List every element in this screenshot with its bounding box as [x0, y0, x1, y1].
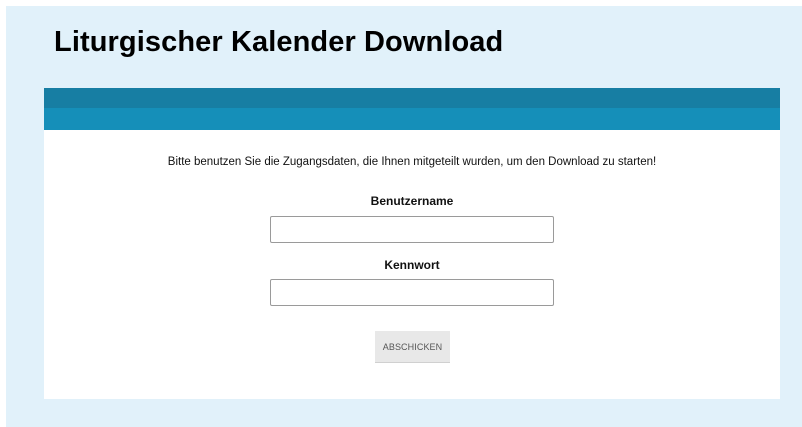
password-input[interactable]: [270, 279, 554, 306]
login-panel: Bitte benutzen Sie die Zugangsdaten, die…: [44, 88, 780, 399]
intro-text: Bitte benutzen Sie die Zugangsdaten, die…: [167, 156, 657, 168]
page-background: Liturgischer Kalender Download Bitte ben…: [6, 6, 802, 427]
submit-button[interactable]: ABSCHICKEN: [375, 331, 450, 363]
page-title: Liturgischer Kalender Download: [54, 26, 504, 58]
password-label: Kennwort: [384, 258, 440, 272]
username-label: Benutzername: [370, 194, 454, 208]
panel-header-bar: [44, 88, 780, 130]
username-input[interactable]: [270, 216, 554, 243]
panel-header-bar-top: [44, 88, 780, 108]
